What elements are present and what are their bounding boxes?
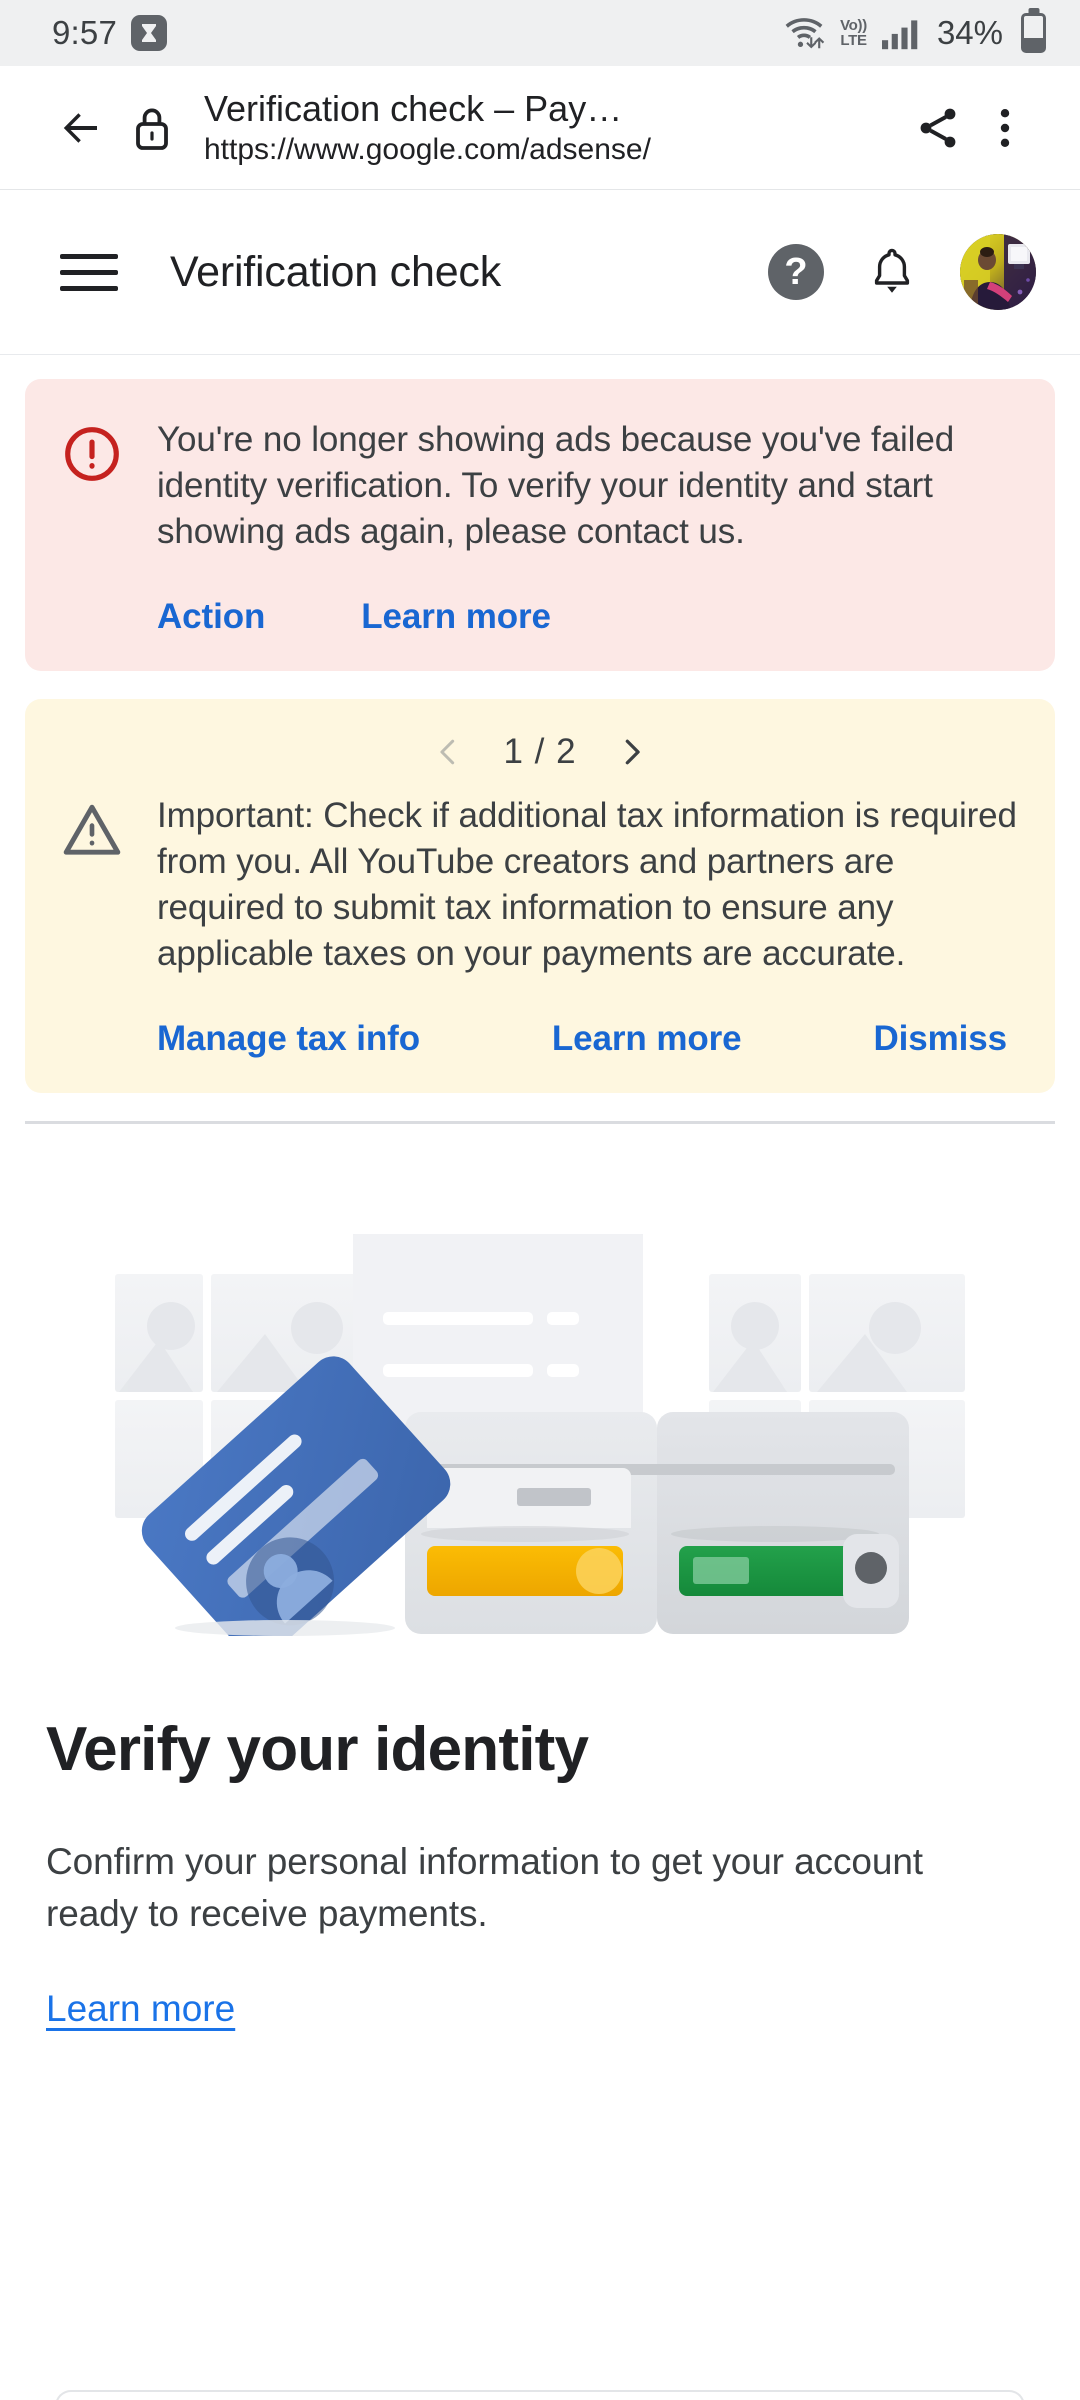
error-banner-message: You're no longer showing ads because you… <box>157 420 955 551</box>
banner-pagination: 1 / 2 <box>61 717 1019 787</box>
warning-banner-message: Important: Check if additional tax infor… <box>157 796 1017 973</box>
dismiss-link[interactable]: Dismiss <box>873 1019 1007 1059</box>
error-circle-icon <box>61 417 143 490</box>
lock-icon[interactable] <box>122 95 182 161</box>
avatar[interactable] <box>960 234 1036 310</box>
manage-tax-info-link[interactable]: Manage tax info <box>157 1019 420 1059</box>
warning-banner: 1 / 2 Important: Check if additional tax… <box>25 699 1055 1093</box>
page-title-text: Verification check – Pay… <box>204 87 623 129</box>
warning-triangle-icon <box>61 793 143 866</box>
section-divider <box>25 1121 1055 1124</box>
error-banner-links: Action Learn more <box>61 597 1019 637</box>
warning-banner-links: Manage tax info Learn more Dismiss <box>61 1019 1019 1059</box>
bell-icon[interactable] <box>864 242 920 302</box>
page-body-text: Confirm your personal information to get… <box>46 1841 923 1934</box>
identity-card-wallet-illustration <box>46 1216 1034 1636</box>
app-title: Verification check <box>170 247 502 296</box>
status-bar-clock: 9:57 <box>52 14 118 51</box>
warning-learn-more-link[interactable]: Learn more <box>552 1019 742 1059</box>
wifi-icon <box>781 15 827 51</box>
main-content: Verify your identity Confirm your person… <box>0 1216 1080 2030</box>
share-icon[interactable] <box>902 92 974 164</box>
browser-toolbar: Verification check – Pay… https://www.go… <box>0 66 1080 190</box>
error-banner: You're no longer showing ads because you… <box>25 379 1055 671</box>
more-vertical-icon[interactable] <box>974 92 1036 164</box>
address-bar[interactable]: Verification check – Pay… https://www.go… <box>204 87 902 169</box>
hourglass-icon <box>131 15 168 51</box>
help-icon[interactable]: ? <box>768 244 824 300</box>
chevron-right-icon[interactable] <box>615 735 649 769</box>
signal-bars-icon <box>880 15 920 51</box>
hamburger-menu-icon[interactable] <box>60 253 118 291</box>
error-action-link[interactable]: Action <box>157 597 265 637</box>
bottom-card[interactable] <box>55 2390 1025 2400</box>
page-heading: Verify your identity <box>46 1715 589 1784</box>
battery-icon <box>1021 13 1046 53</box>
pagination-label: 1 / 2 <box>503 732 577 771</box>
status-bar-indicators: Vo)) LTE 34% <box>781 13 1046 53</box>
volte-icon: Vo)) LTE <box>840 17 867 49</box>
app-header-actions: ? <box>768 234 1036 310</box>
page-url-text: https://www.google.com/adsense/ <box>204 132 651 166</box>
status-bar: 9:57 Vo)) LTE 34% <box>0 0 1080 66</box>
error-learn-more-link[interactable]: Learn more <box>361 597 551 637</box>
banner-area: You're no longer showing ads because you… <box>0 355 1080 1124</box>
battery-percent-label: 34% <box>936 14 1003 51</box>
app-header: Verification check ? <box>0 190 1080 355</box>
learn-more-link[interactable]: Learn more <box>46 1988 235 2030</box>
chevron-left-icon[interactable] <box>431 735 465 769</box>
back-arrow-icon[interactable] <box>48 95 114 161</box>
